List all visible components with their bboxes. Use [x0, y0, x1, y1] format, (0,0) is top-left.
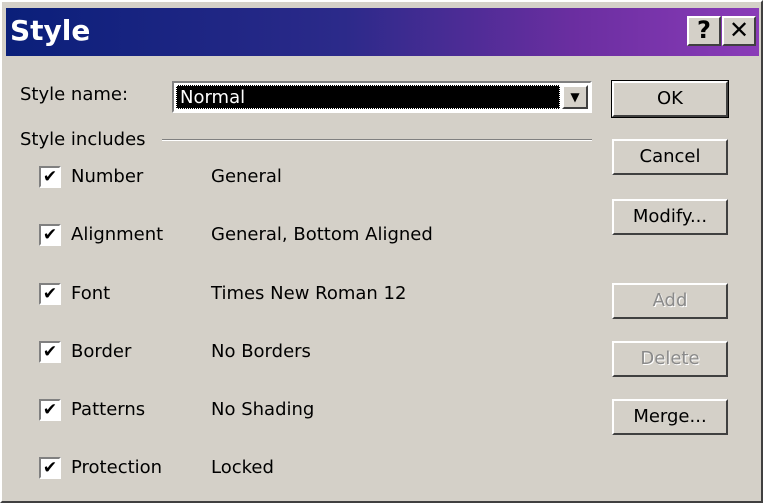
- checkbox-border[interactable]: ✔: [39, 341, 61, 363]
- add-button[interactable]: Add: [612, 283, 728, 319]
- merge-button[interactable]: Merge...: [612, 399, 728, 435]
- ok-button[interactable]: OK: [611, 80, 729, 118]
- include-label-patterns[interactable]: Patterns: [71, 398, 145, 422]
- style-name-combobox[interactable]: Normal ▼: [172, 81, 592, 113]
- style-includes-label: Style includes: [20, 129, 146, 150]
- include-label-border[interactable]: Border: [71, 340, 131, 364]
- include-label-protection[interactable]: Protection: [71, 456, 162, 480]
- include-value-number: General: [211, 166, 282, 187]
- include-value-font: Times New Roman 12: [211, 283, 407, 304]
- dropdown-button[interactable]: ▼: [562, 85, 588, 109]
- modify-button[interactable]: Modify...: [612, 199, 728, 235]
- include-value-protection: Locked: [211, 457, 274, 478]
- checkbox-alignment[interactable]: ✔: [39, 224, 61, 246]
- title-bar[interactable]: Style ? ✕: [6, 8, 759, 56]
- include-label-font[interactable]: Font: [71, 282, 110, 306]
- style-name-field[interactable]: Normal: [176, 85, 560, 109]
- delete-button[interactable]: Delete: [612, 341, 728, 377]
- cancel-button[interactable]: Cancel: [612, 139, 728, 175]
- style-name-value: Normal: [180, 87, 246, 108]
- help-button[interactable]: ?: [687, 16, 721, 46]
- include-value-alignment: General, Bottom Aligned: [211, 224, 433, 245]
- style-name-label: Style name:: [20, 84, 129, 105]
- close-button[interactable]: ✕: [722, 16, 756, 46]
- include-value-patterns: No Shading: [211, 399, 315, 420]
- checkbox-protection[interactable]: ✔: [39, 457, 61, 479]
- checkbox-patterns[interactable]: ✔: [39, 399, 61, 421]
- include-label-number[interactable]: Number: [71, 165, 143, 189]
- checkbox-font[interactable]: ✔: [39, 283, 61, 305]
- checkbox-number[interactable]: ✔: [39, 166, 61, 188]
- include-label-alignment[interactable]: Alignment: [71, 223, 163, 247]
- style-dialog: Style ? ✕ Style name: Normal ▼ Style inc…: [0, 0, 763, 503]
- include-value-border: No Borders: [211, 341, 311, 362]
- group-divider: [162, 139, 592, 141]
- chevron-down-icon: ▼: [570, 90, 580, 104]
- dialog-title: Style: [10, 14, 91, 47]
